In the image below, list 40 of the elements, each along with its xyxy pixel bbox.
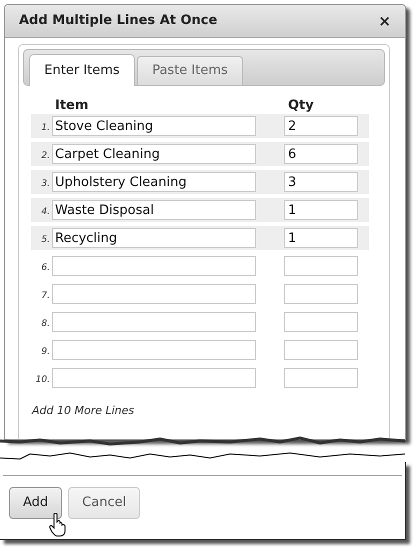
item-field[interactable]: Waste Disposal [52, 200, 256, 220]
qty-field[interactable]: 1 [284, 228, 358, 248]
dialog-title: Add Multiple Lines At Once [19, 12, 218, 30]
column-header: Qty [288, 97, 314, 114]
line-number: 5. [40, 234, 51, 247]
item-field[interactable] [52, 368, 256, 388]
line-number: 6. [40, 262, 51, 275]
hand-cursor-icon [49, 513, 67, 537]
line-number: 2. [40, 150, 51, 163]
item-field[interactable]: Recycling [52, 228, 256, 248]
item-field[interactable] [52, 256, 256, 276]
item-field[interactable]: Stove Cleaning [52, 116, 256, 136]
qty-field[interactable] [284, 256, 358, 276]
qty-field[interactable] [284, 312, 358, 332]
line-number: 4. [40, 206, 51, 219]
qty-field[interactable]: 1 [284, 200, 358, 220]
qty-field[interactable]: 2 [284, 116, 358, 136]
tab[interactable]: Paste Items [137, 56, 243, 85]
qty-field[interactable] [284, 340, 358, 360]
item-field[interactable]: Carpet Cleaning [52, 144, 256, 164]
column-header: Item [55, 97, 90, 114]
line-number: 8. [40, 318, 51, 331]
line-number: 7. [40, 290, 51, 303]
item-field[interactable] [52, 312, 256, 332]
qty-field[interactable] [284, 368, 358, 388]
qty-field[interactable]: 3 [284, 172, 358, 192]
qty-field[interactable]: 6 [284, 144, 358, 164]
line-number: 9. [40, 346, 51, 359]
add-more-lines-link[interactable]: Add 10 More Lines [32, 403, 385, 420]
close-button[interactable]: × [378, 14, 391, 28]
tab[interactable]: Enter Items [29, 54, 135, 86]
line-number: 10. [34, 374, 51, 387]
add-button[interactable]: Add [9, 487, 62, 519]
cancel-button[interactable]: Cancel [68, 487, 140, 519]
qty-field[interactable] [284, 284, 358, 304]
item-field[interactable] [52, 340, 256, 360]
line-number: 1. [40, 122, 51, 135]
line-number: 3. [40, 178, 51, 191]
item-field[interactable]: Upholstery Cleaning [52, 172, 256, 192]
item-field[interactable] [52, 284, 256, 304]
